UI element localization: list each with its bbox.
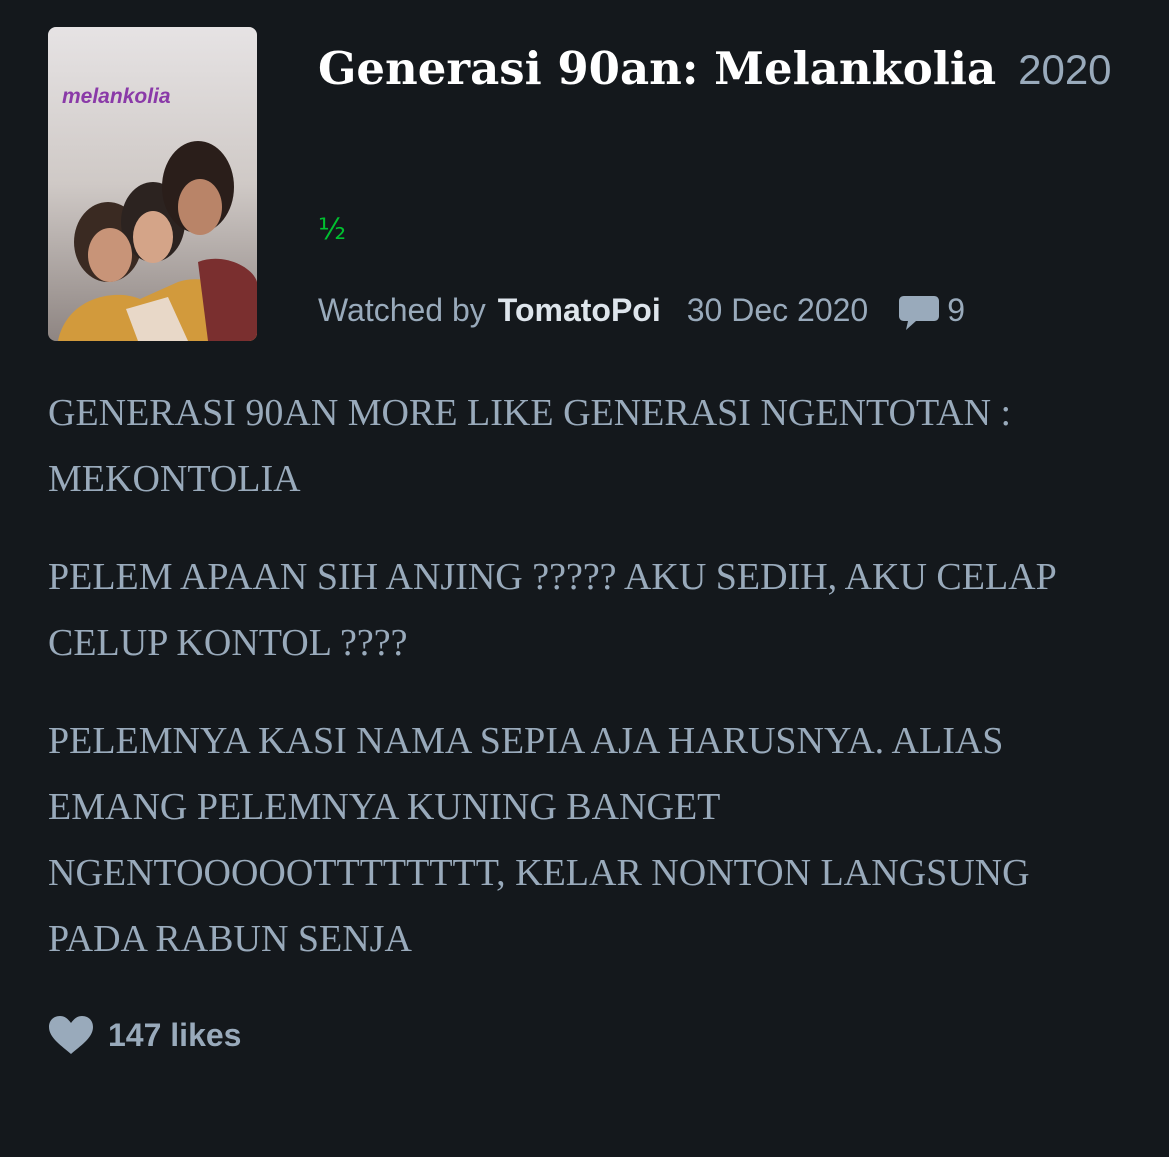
review-date[interactable]: 30 Dec 2020 bbox=[687, 292, 868, 329]
star-rating: ½ bbox=[318, 212, 347, 246]
film-title[interactable]: Generasi 90an: Melankolia 2020 bbox=[318, 38, 1118, 100]
heart-icon[interactable] bbox=[48, 1015, 94, 1055]
comment-count[interactable]: 9 bbox=[947, 292, 965, 329]
film-title-text[interactable]: Generasi 90an: Melankolia bbox=[318, 42, 996, 95]
review-paragraph: GENERASI 90AN MORE LIKE GENERASI NGENTOT… bbox=[48, 392, 1012, 500]
poster-image bbox=[48, 27, 257, 341]
likes-link[interactable]: 147 likes bbox=[48, 1012, 241, 1058]
review-meta: Watched by TomatoPoi 30 Dec 2020 9 bbox=[318, 288, 965, 332]
film-year[interactable]: 2020 bbox=[1018, 46, 1111, 93]
review-paragraph: PELEMNYA KASI NAMA SEPIA AJA HARUSNYA. A… bbox=[48, 720, 1030, 960]
comments-link[interactable]: 9 bbox=[898, 288, 965, 332]
comment-bubble-icon bbox=[899, 296, 940, 330]
username-link[interactable]: TomatoPoi bbox=[498, 292, 661, 329]
likes-count[interactable]: 147 likes bbox=[108, 1017, 241, 1054]
review-paragraph: PELEM APAAN SIH ANJING ????? AKU SEDIH, … bbox=[48, 556, 1056, 664]
film-poster[interactable]: melankolia bbox=[48, 27, 257, 341]
watched-by-label: Watched by bbox=[318, 291, 486, 328]
review-body: GENERASI 90AN MORE LIKE GENERASI NGENTOT… bbox=[48, 380, 1108, 1004]
poster-logo: melankolia bbox=[62, 85, 171, 108]
